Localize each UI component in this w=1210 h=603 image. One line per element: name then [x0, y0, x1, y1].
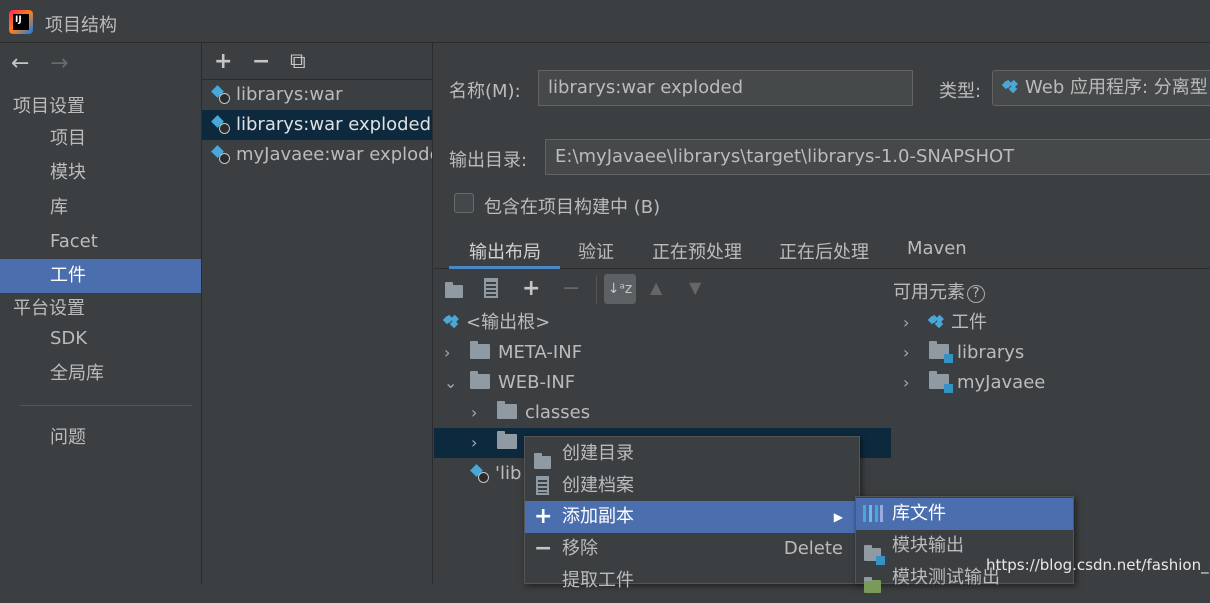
add-copy-icon[interactable]: +: [522, 276, 540, 301]
name-input[interactable]: librarys:war exploded: [538, 70, 913, 106]
available-node-librarys[interactable]: › librarys: [903, 338, 1024, 368]
type-select[interactable]: Web 应用程序: 分离型: [992, 70, 1210, 106]
available-elements-label: 可用元素?: [893, 278, 985, 304]
folder-icon: [470, 341, 490, 359]
platform-settings-header: 平台设置: [13, 298, 85, 319]
module-folder-icon: [929, 371, 953, 393]
menu-item-create-directory[interactable]: 创建目录: [525, 438, 859, 470]
folder-icon: [470, 371, 490, 389]
nav-item-libraries[interactable]: 库: [0, 191, 201, 225]
remove-icon[interactable]: −: [562, 276, 580, 301]
add-artifact-button[interactable]: +: [214, 49, 232, 74]
project-settings-header: 项目设置: [13, 96, 85, 117]
module-test-output-icon: [864, 577, 881, 593]
artifact-list-panel: + − ⧉ librarys:war librarys:war exploded…: [202, 43, 433, 584]
nav-item-modules[interactable]: 模块: [0, 156, 201, 190]
tree-node-web-inf[interactable]: ⌄ WEB-INF: [444, 368, 575, 398]
back-arrow-icon[interactable]: ←: [11, 51, 29, 76]
nav-item-problems[interactable]: 问题: [0, 421, 201, 455]
tree-node-classes[interactable]: › classes: [471, 398, 590, 428]
chevron-right-icon[interactable]: ›: [471, 398, 487, 428]
chevron-right-icon[interactable]: ›: [903, 308, 919, 338]
submenu-item-library-files[interactable]: 库文件: [856, 498, 1073, 530]
tab-output-layout[interactable]: 输出布局: [469, 238, 541, 264]
archive-icon[interactable]: [484, 278, 498, 298]
tab-validation[interactable]: 验证: [578, 238, 614, 264]
include-in-build-checkbox[interactable]: [454, 193, 474, 213]
output-dir-input[interactable]: E:\myJavaee\librarys\target\librarys-1.0…: [545, 139, 1210, 175]
move-down-icon[interactable]: ▼: [689, 278, 701, 297]
web-app-icon: [1003, 80, 1017, 94]
folder-icon: [497, 431, 517, 449]
active-tab-underline: [449, 266, 560, 269]
tab-maven[interactable]: Maven: [907, 238, 967, 259]
artifact-list: librarys:war librarys:war exploded myJav…: [202, 79, 432, 170]
artifact-icon: [929, 315, 943, 329]
intellij-logo-icon: IJ: [9, 10, 33, 34]
menu-item-remove[interactable]: − 移除 Delete: [525, 533, 859, 565]
web-artifact-icon: [213, 146, 230, 164]
nav-item-global-libraries[interactable]: 全局库: [0, 357, 201, 391]
module-output-icon: [864, 545, 885, 565]
remove-artifact-button[interactable]: −: [252, 49, 270, 74]
module-folder-icon: [929, 341, 953, 363]
new-folder-icon[interactable]: [445, 278, 471, 302]
menu-item-add-copy[interactable]: + 添加副本 ▶: [525, 501, 859, 533]
chevron-right-icon[interactable]: ›: [903, 338, 919, 368]
title-bar: IJ 项目结构: [0, 0, 1210, 43]
tree-node-lib-file[interactable]: 'lib: [472, 459, 521, 489]
folder-icon: [497, 401, 517, 419]
chevron-down-icon[interactable]: ⌄: [444, 368, 460, 398]
nav-item-sdk[interactable]: SDK: [0, 322, 201, 356]
artifact-item[interactable]: librarys:war: [202, 80, 432, 110]
window-title: 项目结构: [45, 15, 117, 36]
plus-icon: +: [534, 504, 553, 529]
web-file-icon: [472, 465, 489, 483]
output-root-icon: [444, 315, 458, 329]
toolbar-separator: [596, 276, 597, 304]
copy-artifact-button[interactable]: ⧉: [290, 49, 306, 74]
available-node-artifacts[interactable]: › 工件: [903, 308, 987, 338]
tree-node-output-root[interactable]: <输出根>: [444, 308, 550, 338]
move-up-icon[interactable]: ▲: [650, 278, 662, 297]
new-folder-icon: [534, 453, 551, 469]
forward-arrow-icon[interactable]: →: [50, 51, 68, 76]
library-icon: [863, 505, 883, 522]
menu-item-extract-artifact[interactable]: 提取工件: [525, 565, 859, 597]
output-dir-label: 输出目录:: [449, 150, 528, 171]
tree-node-lib-selected[interactable]: ›: [471, 428, 525, 458]
chevron-right-icon[interactable]: ›: [444, 338, 460, 368]
name-label: 名称(M):: [449, 81, 521, 102]
menu-item-create-archive[interactable]: 创建档案: [525, 470, 859, 502]
artifact-item-selected[interactable]: librarys:war exploded: [202, 110, 432, 140]
include-in-build-label: 包含在项目构建中 (B): [484, 197, 661, 218]
remove-shortcut: Delete: [783, 538, 843, 559]
sort-az-icon[interactable]: ↓ᵃz: [604, 274, 636, 304]
archive-icon: [536, 476, 549, 495]
tab-preprocessing[interactable]: 正在预处理: [652, 238, 742, 264]
context-menu: 创建目录 创建档案 + 添加副本 ▶ − 移除 Delete 提取工件: [524, 436, 860, 591]
help-icon[interactable]: ?: [967, 285, 985, 303]
minus-icon: −: [534, 536, 553, 561]
tree-node-meta-inf[interactable]: › META-INF: [444, 338, 582, 368]
tab-postprocessing[interactable]: 正在后处理: [779, 238, 869, 264]
chevron-right-icon[interactable]: ›: [903, 368, 919, 398]
left-navigation: ← → 项目设置 项目 模块 库 Facet 工件 平台设置 SDK 全局库 问…: [0, 43, 202, 584]
nav-item-facets[interactable]: Facet: [0, 225, 201, 259]
watermark: https://blog.csdn.net/fashion_h: [986, 556, 1210, 574]
type-label: 类型:: [939, 81, 982, 102]
web-artifact-icon: [213, 116, 230, 134]
chevron-right-icon[interactable]: ›: [471, 428, 487, 458]
artifact-item[interactable]: myJavaee:war exploded: [202, 140, 432, 170]
web-artifact-icon: [213, 86, 230, 104]
available-node-myjavaee[interactable]: › myJavaee: [903, 368, 1045, 398]
nav-item-artifacts[interactable]: 工件: [0, 259, 201, 293]
submenu-arrow-icon: ▶: [833, 510, 843, 524]
nav-divider: [20, 405, 192, 406]
nav-item-project[interactable]: 项目: [0, 122, 201, 156]
